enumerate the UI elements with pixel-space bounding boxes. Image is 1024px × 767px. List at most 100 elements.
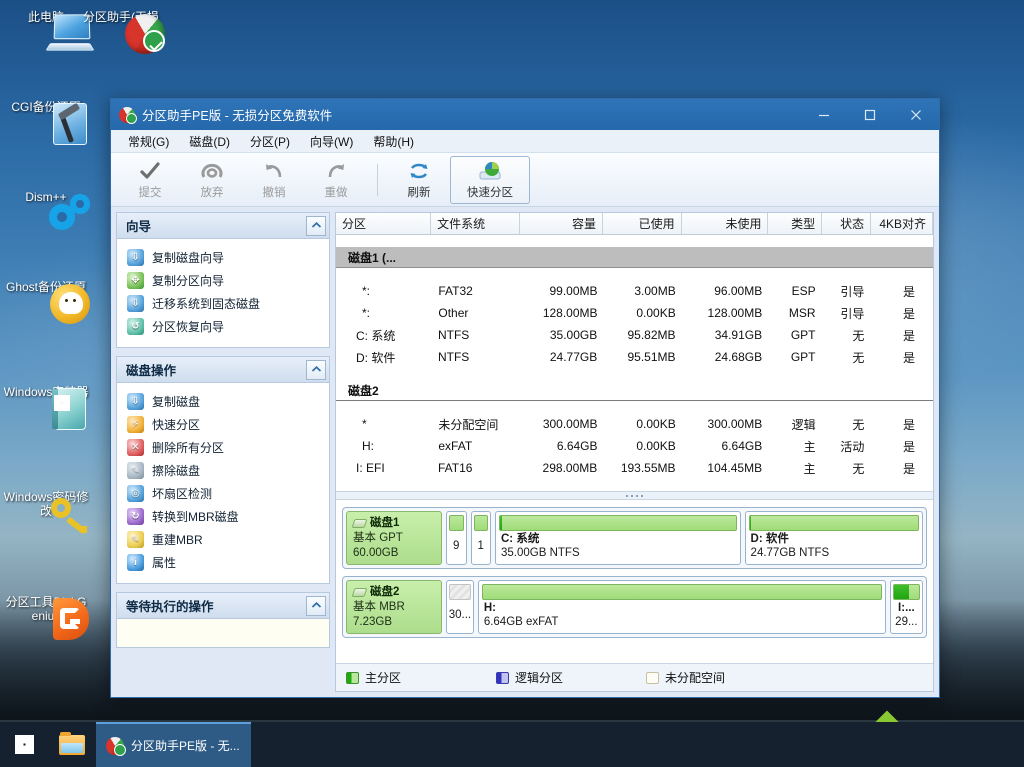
maximize-button[interactable] xyxy=(847,99,893,130)
desktop-icon-cgi-backup[interactable]: CGI备份还原 xyxy=(3,100,89,145)
menu-help[interactable]: 帮助(H) xyxy=(364,130,423,153)
chevron-up-icon[interactable] xyxy=(306,215,326,236)
taskbar-file-explorer-button[interactable] xyxy=(48,722,96,767)
disk-map-header[interactable]: 磁盘2 基本 MBR 7.23GB xyxy=(346,580,442,634)
disk-map-1[interactable]: 磁盘1 基本 GPT 60.00GB 9 1 C: 系统 35.00GB NTF… xyxy=(342,507,927,569)
desktop-icon-ghost-backup[interactable]: Ghost备份还原 xyxy=(3,280,90,324)
sidebar-item-label: 重建MBR xyxy=(152,533,203,547)
disk-map-partition[interactable]: H: 6.64GB exFAT xyxy=(477,580,886,634)
sidebar-item-wipe-disk[interactable]: ✎ 擦除磁盘 xyxy=(121,459,325,482)
disk-map-partition[interactable]: 1 xyxy=(470,511,491,565)
disk-map-partition[interactable]: I:... 29... xyxy=(889,580,923,634)
disk-map-2[interactable]: 磁盘2 基本 MBR 7.23GB 30... H: 6.64GB exFAT … xyxy=(342,576,927,638)
redo-icon xyxy=(325,160,347,182)
chevron-up-icon[interactable] xyxy=(306,359,326,380)
disk-group-header[interactable]: 磁盘1 (... xyxy=(336,247,933,268)
start-button[interactable] xyxy=(0,722,48,767)
sidebar-item-partition-recovery-wizard[interactable]: ↺ 分区恢复向导 xyxy=(121,315,325,338)
toolbar-redo-button[interactable]: 重做 xyxy=(305,156,367,204)
window-body: 向导 ⇩ 复制磁盘向导 ✥ 复制分区向导 ⇩ 迁移系统到固态磁盘 ↺ 分区恢复向… xyxy=(111,207,939,697)
sidebar-item-label: 属性 xyxy=(152,556,177,570)
sidebar-item-copy-disk-wizard[interactable]: ⇩ 复制磁盘向导 xyxy=(121,246,325,269)
cell-used: 193.55MB xyxy=(620,461,676,475)
cell-type: 主 xyxy=(803,439,816,454)
desktop-icon-windows-password[interactable]: Windows密码修改 xyxy=(3,490,89,535)
toolbar-quick-partition-button[interactable]: 快速分区 xyxy=(450,155,530,204)
sidebar-item-copy-partition-wizard[interactable]: ✥ 复制分区向导 xyxy=(121,269,325,292)
menu-general[interactable]: 常规(G) xyxy=(119,130,178,153)
cell-4kb-aligned: 是 xyxy=(902,284,915,299)
disk-map-partition[interactable]: C: 系统 35.00GB NTFS xyxy=(495,511,741,565)
toolbar-refresh-button[interactable]: 刷新 xyxy=(388,156,450,204)
column-header-unused[interactable]: 未使用 xyxy=(682,213,769,234)
column-header-4kb-aligned[interactable]: 4KB对齐 xyxy=(871,213,933,234)
column-header-type[interactable]: 类型 xyxy=(768,213,823,234)
toolbar-label: 提交 xyxy=(138,186,162,199)
sidebar-item-copy-disk[interactable]: ⇩ 复制磁盘 xyxy=(121,390,325,413)
minimize-button[interactable] xyxy=(801,99,847,130)
column-header-filesystem[interactable]: 文件系统 xyxy=(431,213,520,234)
taskbar-task-partition-assistant[interactable]: 分区助手PE版 - 无... xyxy=(96,722,251,767)
sidebar-item-bad-sector-check[interactable]: ◎ 坏扇区检测 xyxy=(121,482,325,505)
sidebar-panel-header[interactable]: 向导 xyxy=(117,213,329,239)
desktop-icon-diskgenius[interactable]: 分区工具DiskGenius xyxy=(3,595,89,640)
sidebar-item-label: 分区恢复向导 xyxy=(152,320,225,334)
disk-map-name: 磁盘1 xyxy=(370,517,400,529)
desktop-icon-dism[interactable]: Dism++ xyxy=(3,190,90,230)
desktop-icon-partition-assistant[interactable]: 分区助手(无损 xyxy=(78,10,165,54)
column-header-capacity[interactable]: 容量 xyxy=(520,213,604,234)
sidebar-panel-wizard: 向导 ⇩ 复制磁盘向导 ✥ 复制分区向导 ⇩ 迁移系统到固态磁盘 ↺ 分区恢复向… xyxy=(116,212,330,348)
disk-map-name-row: 磁盘1 xyxy=(351,516,435,531)
disk-map-partition[interactable]: D: 软件 24.77GB NTFS xyxy=(744,511,923,565)
cell-type: GPT xyxy=(790,328,816,342)
sidebar-item-label: 坏扇区检测 xyxy=(152,487,213,501)
table-row[interactable]: *: Other 128.00MB 0.00KB 128.00MB MSR 引导… xyxy=(336,302,933,324)
table-row[interactable]: C: 系统 NTFS 35.00GB 95.82MB 34.91GB GPT 无… xyxy=(336,324,933,346)
sidebar-panel-pending-operations: 等待执行的操作 xyxy=(116,592,330,648)
disk-map-partition[interactable]: 9 xyxy=(446,511,467,565)
window-controls xyxy=(801,99,939,130)
panel-splitter[interactable] xyxy=(336,491,933,500)
sidebar-item-rebuild-mbr[interactable]: ✎ 重建MBR xyxy=(121,528,325,551)
chevron-up-icon[interactable] xyxy=(306,595,326,616)
sidebar-item-quick-partition[interactable]: ⚡ 快速分区 xyxy=(121,413,325,436)
table-row[interactable]: H: exFAT 6.64GB 0.00KB 6.64GB 主 活动 是 xyxy=(336,435,933,457)
cell-capacity: 300.00MB xyxy=(542,417,598,431)
desktop-icon-windows-installer[interactable]: Windows安装器 xyxy=(3,385,89,430)
table-row[interactable]: * 未分配空间 300.00MB 0.00KB 300.00MB 逻辑 无 是 xyxy=(336,413,933,435)
partition-usage-bar xyxy=(499,515,737,531)
close-button[interactable] xyxy=(893,99,939,130)
sidebar-panel-header[interactable]: 等待执行的操作 xyxy=(117,593,329,619)
sidebar-item-convert-to-mbr[interactable]: ↻ 转换到MBR磁盘 xyxy=(121,505,325,528)
cell-4kb-aligned: 是 xyxy=(902,439,915,454)
toolbar-undo-button[interactable]: 撤销 xyxy=(243,156,305,204)
column-header-used[interactable]: 已使用 xyxy=(603,213,682,234)
cell-partition: D: 软件 xyxy=(356,350,396,365)
toolbar-commit-button[interactable]: 提交 xyxy=(119,156,181,204)
desktop-icon-computer[interactable]: 此电脑 xyxy=(3,10,95,51)
sidebar-panel-header[interactable]: 磁盘操作 xyxy=(117,357,329,383)
menu-wizard[interactable]: 向导(W) xyxy=(301,130,362,153)
toolbar-discard-button[interactable]: 放弃 xyxy=(181,156,243,204)
table-spacer xyxy=(336,479,933,491)
sidebar-item-migrate-os[interactable]: ⇩ 迁移系统到固态磁盘 xyxy=(121,292,325,315)
pending-operations-list[interactable] xyxy=(117,619,329,647)
sidebar-item-label: 删除所有分区 xyxy=(152,441,225,455)
partition-label: C: 系统 35.00GB NTFS xyxy=(499,531,737,561)
menu-partition[interactable]: 分区(P) xyxy=(241,130,299,153)
table-row[interactable]: I: EFI FAT16 298.00MB 193.55MB 104.45MB … xyxy=(336,457,933,479)
table-row[interactable]: *: FAT32 99.00MB 3.00MB 96.00MB ESP 引导 是 xyxy=(336,280,933,302)
table-row[interactable]: D: 软件 NTFS 24.77GB 95.51MB 24.68GB GPT 无… xyxy=(336,346,933,368)
disk-map-partition-unallocated[interactable]: 30... xyxy=(446,580,474,634)
window-titlebar[interactable]: 分区助手PE版 - 无损分区免费软件 xyxy=(111,99,939,130)
disk-map-header[interactable]: 磁盘1 基本 GPT 60.00GB xyxy=(346,511,442,565)
sidebar-item-properties[interactable]: i 属性 xyxy=(121,551,325,574)
cell-used: 95.51MB xyxy=(627,350,676,364)
legend-label: 未分配空间 xyxy=(665,671,726,685)
toolbar-separator xyxy=(377,163,378,196)
column-header-partition[interactable]: 分区 xyxy=(336,213,432,234)
sidebar-item-delete-all-partitions[interactable]: ✕ 删除所有分区 xyxy=(121,436,325,459)
menu-disk[interactable]: 磁盘(D) xyxy=(180,130,239,153)
column-header-status[interactable]: 状态 xyxy=(822,213,872,234)
disk-group-header[interactable]: 磁盘2 xyxy=(336,380,933,401)
